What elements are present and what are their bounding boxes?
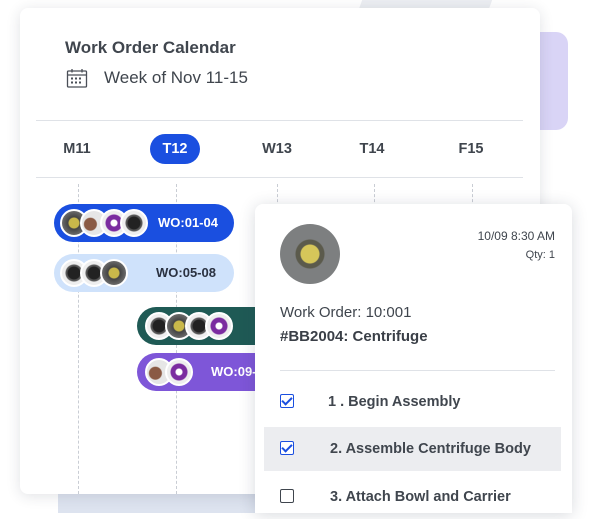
detail-divider	[280, 370, 555, 371]
part-thumbnail	[100, 259, 128, 287]
step-item-attach-bowl-and-carrier[interactable]: 3. Attach Bowl and Carrier	[264, 475, 561, 519]
step-label: 1 . Begin Assembly	[328, 394, 461, 410]
day-column-t14[interactable]: T14	[356, 134, 388, 164]
calendar-icon	[66, 68, 88, 88]
day-column-m11[interactable]: M11	[60, 134, 94, 164]
day-column-t12[interactable]: T12	[150, 134, 200, 164]
work-order-label: WO:05-08	[156, 265, 216, 280]
part-thumbnail	[165, 358, 193, 386]
step-checkbox[interactable]	[280, 441, 294, 455]
part-photo	[280, 224, 340, 284]
step-label: 3. Attach Bowl and Carrier	[330, 489, 511, 505]
work-order-datetime: 10/09 8:30 AM	[477, 229, 555, 243]
step-item-begin-assembly[interactable]: 1 . Begin Assembly	[264, 380, 561, 424]
work-order-bar[interactable]: WO:01-04	[54, 204, 234, 242]
work-order-number: Work Order: 10:001	[280, 304, 412, 321]
part-thumbnail	[120, 209, 148, 237]
work-order-quantity: Qty: 1	[525, 249, 555, 261]
step-checkbox[interactable]	[280, 489, 294, 503]
day-column-w13[interactable]: W13	[258, 134, 296, 164]
week-label: Week of Nov 11-15	[104, 68, 248, 87]
part-name: #BB2004: Centrifuge	[280, 328, 428, 345]
work-order-label: WO:01-04	[158, 215, 218, 230]
part-thumbnail	[205, 312, 233, 340]
step-item-assemble-centrifuge-body[interactable]: 2. Assemble Centrifuge Body	[264, 427, 561, 471]
work-order-bar[interactable]: WO:05-08	[54, 254, 234, 292]
work-order-detail-card: 10/09 8:30 AM Qty: 1 Work Order: 10:001 …	[255, 204, 572, 513]
week-selector[interactable]: Week of Nov 11-15	[66, 68, 248, 88]
calendar-title: Work Order Calendar	[65, 38, 236, 57]
decorative-backdrop-stripe	[58, 494, 268, 513]
work-order-label: WO:09-	[211, 364, 257, 379]
step-checkbox[interactable]	[280, 394, 294, 408]
header-divider	[36, 120, 523, 121]
day-divider	[36, 177, 523, 178]
day-column-f15[interactable]: F15	[454, 134, 488, 164]
step-label: 2. Assemble Centrifuge Body	[330, 441, 531, 457]
